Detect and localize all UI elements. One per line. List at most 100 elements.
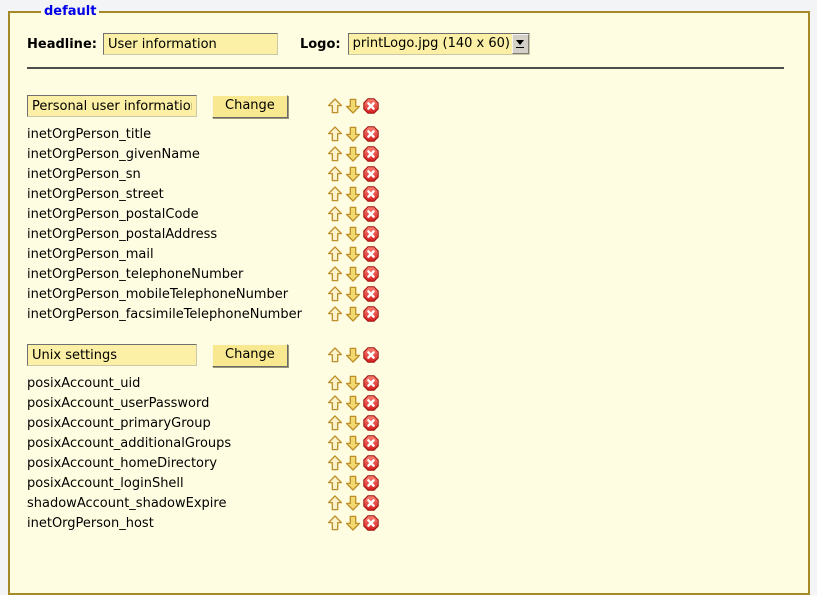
move-down-icon[interactable] [345,515,361,531]
delete-icon[interactable] [363,375,379,391]
field-name: inetOrgPerson_sn [27,167,327,182]
field-name: inetOrgPerson_telephoneNumber [27,267,327,282]
move-up-icon[interactable] [327,286,343,302]
move-up-icon[interactable] [327,146,343,162]
move-up-icon[interactable] [327,375,343,391]
row-icon-group [327,166,381,182]
field-name: inetOrgPerson_givenName [27,147,327,162]
move-up-icon[interactable] [327,246,343,262]
logo-select[interactable]: printLogo.jpg (140 x 60) [348,33,530,55]
field-row: inetOrgPerson_postalAddress [27,224,808,244]
move-up-icon[interactable] [327,435,343,451]
move-down-icon[interactable] [345,286,361,302]
delete-icon[interactable] [363,166,379,182]
move-down-icon[interactable] [345,475,361,491]
field-row: inetOrgPerson_street [27,184,808,204]
move-up-icon[interactable] [327,475,343,491]
move-down-icon[interactable] [345,126,361,142]
field-name: posixAccount_loginShell [27,476,327,491]
delete-icon[interactable] [363,306,379,322]
delete-icon[interactable] [363,455,379,471]
move-down-icon[interactable] [345,415,361,431]
move-down-icon[interactable] [345,306,361,322]
move-up-icon[interactable] [327,495,343,511]
row-icon-group [327,306,381,322]
move-up-icon[interactable] [327,266,343,282]
delete-icon[interactable] [363,515,379,531]
field-name: inetOrgPerson_title [27,127,327,142]
move-down-icon[interactable] [345,146,361,162]
row-icon-group [327,455,381,471]
move-down-icon[interactable] [345,226,361,242]
move-down-icon[interactable] [345,395,361,411]
row-icon-group [327,286,381,302]
move-up-icon[interactable] [327,166,343,182]
move-up-icon[interactable] [327,395,343,411]
move-down-icon[interactable] [345,347,361,363]
field-row: inetOrgPerson_postalCode [27,204,808,224]
move-up-icon[interactable] [327,98,343,114]
move-up-icon[interactable] [327,226,343,242]
move-down-icon[interactable] [345,166,361,182]
move-down-icon[interactable] [345,266,361,282]
field-row: inetOrgPerson_host [27,513,808,533]
delete-icon[interactable] [363,266,379,282]
move-up-icon[interactable] [327,455,343,471]
move-up-icon[interactable] [327,126,343,142]
move-down-icon[interactable] [345,495,361,511]
row-icon-group [327,395,381,411]
row-icon-group [327,515,381,531]
move-up-icon[interactable] [327,206,343,222]
section-header-row: Change [27,343,808,367]
change-button[interactable]: Change [212,344,288,367]
field-row: inetOrgPerson_title [27,124,808,144]
delete-icon[interactable] [363,395,379,411]
sections: Change [27,94,808,533]
move-up-icon[interactable] [327,306,343,322]
field-name: inetOrgPerson_host [27,516,327,531]
field-row: inetOrgPerson_facsimileTelephoneNumber [27,304,808,324]
change-button[interactable]: Change [212,95,288,118]
section-title-input[interactable] [27,344,197,366]
move-down-icon[interactable] [345,206,361,222]
field-name: posixAccount_additionalGroups [27,436,327,451]
delete-icon[interactable] [363,435,379,451]
move-down-icon[interactable] [345,186,361,202]
field-name: posixAccount_uid [27,376,327,391]
headline-input[interactable] [103,33,278,55]
move-down-icon[interactable] [345,435,361,451]
move-down-icon[interactable] [345,246,361,262]
section: Change [27,94,808,324]
field-row: posixAccount_uid [27,373,808,393]
delete-icon[interactable] [363,206,379,222]
field-name: inetOrgPerson_postalCode [27,207,327,222]
delete-icon[interactable] [363,495,379,511]
section-title-input[interactable] [27,95,197,117]
field-name: inetOrgPerson_postalAddress [27,227,327,242]
move-down-icon[interactable] [345,455,361,471]
section-icon-group [327,347,381,363]
field-name: posixAccount_homeDirectory [27,456,327,471]
move-up-icon[interactable] [327,347,343,363]
delete-icon[interactable] [363,126,379,142]
move-up-icon[interactable] [327,515,343,531]
move-up-icon[interactable] [327,415,343,431]
logo-label: Logo: [300,37,341,52]
delete-icon[interactable] [363,286,379,302]
panel-legend: default [41,4,99,19]
delete-icon[interactable] [363,186,379,202]
dropdown-arrow-icon[interactable] [512,34,529,54]
row-icon-group [327,226,381,242]
move-down-icon[interactable] [345,98,361,114]
field-row: inetOrgPerson_givenName [27,144,808,164]
delete-icon[interactable] [363,226,379,242]
delete-icon[interactable] [363,98,379,114]
delete-icon[interactable] [363,146,379,162]
move-down-icon[interactable] [345,375,361,391]
delete-icon[interactable] [363,475,379,491]
field-row: inetOrgPerson_mail [27,244,808,264]
delete-icon[interactable] [363,347,379,363]
delete-icon[interactable] [363,415,379,431]
move-up-icon[interactable] [327,186,343,202]
delete-icon[interactable] [363,246,379,262]
